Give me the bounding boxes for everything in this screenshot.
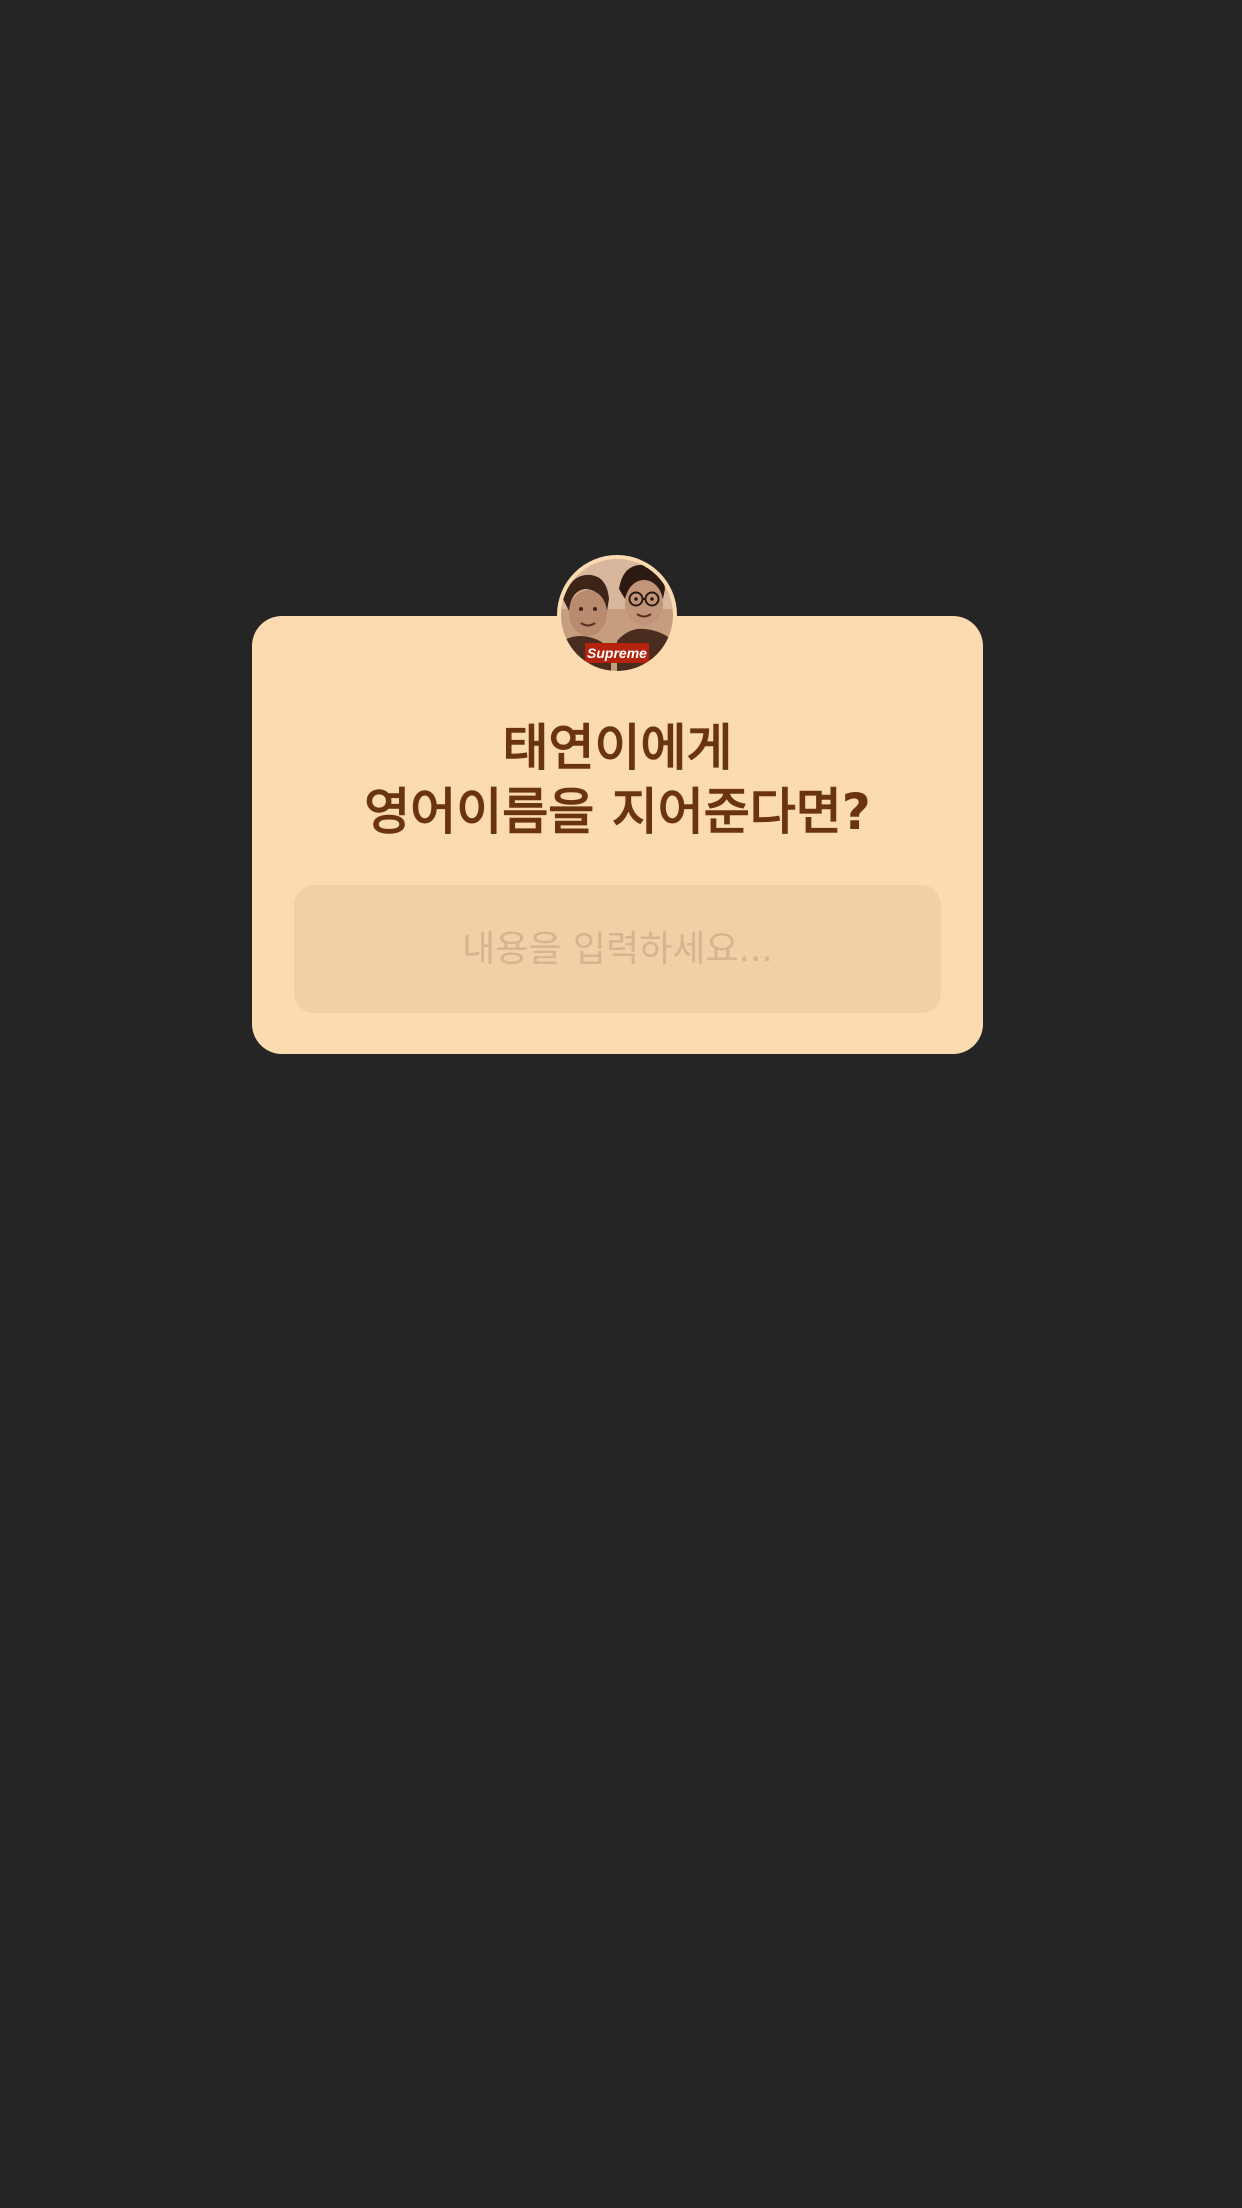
question-sticker-card: 태연이에게 영어이름을 지어준다면? [252,616,983,1054]
avatar: Supreme [557,555,677,675]
avatar-photo: Supreme [561,559,673,671]
question-title: 태연이에게 영어이름을 지어준다면? [252,716,983,844]
answer-input[interactable] [294,885,941,1013]
question-title-line-1: 태연이에게 [502,719,733,777]
question-title-line-2: 영어이름을 지어준다면? [364,783,871,841]
avatar-logo-text: Supreme [587,645,647,661]
